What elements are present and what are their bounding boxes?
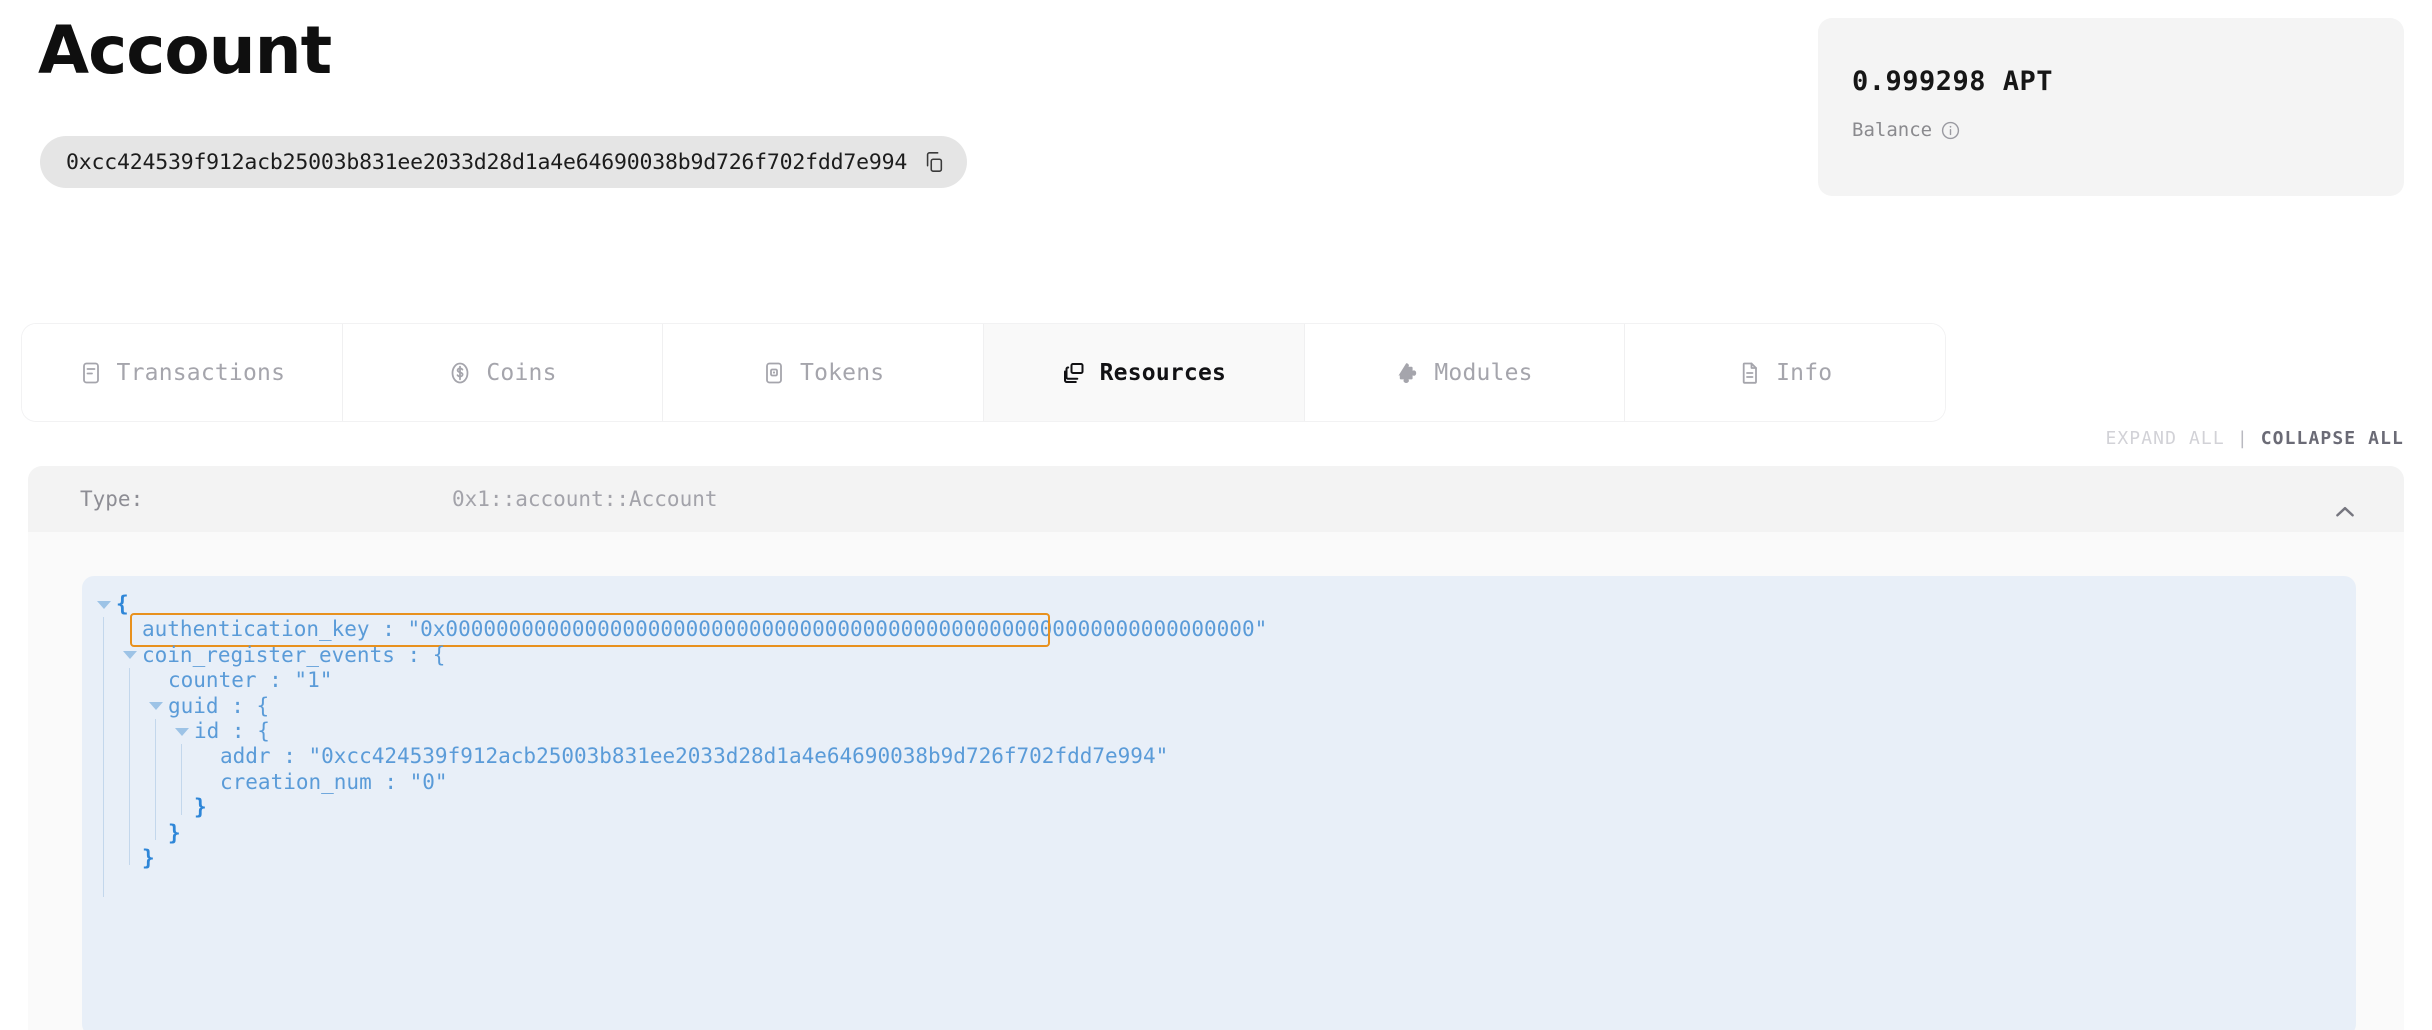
json-line-text: { xyxy=(116,592,129,616)
tab-info[interactable]: Info xyxy=(1625,324,1945,421)
caret-down-icon[interactable] xyxy=(123,651,137,660)
balance-label-row: Balance xyxy=(1852,119,2370,141)
account-page: Account 0xcc424539f912acb25003b831ee2033… xyxy=(0,0,2432,1030)
json-line-text: id : { xyxy=(194,718,270,743)
account-tabs: Transactions Coins Tokens Resources Modu… xyxy=(22,324,1945,421)
coin-dollar-icon xyxy=(448,361,472,385)
page-title: Account xyxy=(38,12,332,89)
layers-copy-icon xyxy=(1062,361,1086,385)
json-line-text: } xyxy=(168,820,181,845)
json-line: guid : { xyxy=(82,694,2356,719)
resource-card-header[interactable]: Type: 0x1::account::Account xyxy=(28,466,2404,532)
receipt-icon xyxy=(79,361,103,385)
info-circle-icon[interactable] xyxy=(1941,121,1960,140)
json-line: { xyxy=(82,592,2356,617)
tab-resources[interactable]: Resources xyxy=(984,324,1305,421)
tab-label: Tokens xyxy=(800,359,885,386)
json-line-text: counter : "1" xyxy=(168,668,333,693)
tab-modules[interactable]: Modules xyxy=(1304,324,1626,421)
balance-label: Balance xyxy=(1852,119,1933,141)
tab-coins[interactable]: Coins xyxy=(342,324,664,421)
json-line: } xyxy=(82,846,2356,871)
caret-down-icon[interactable] xyxy=(97,600,111,609)
resource-card: Type: 0x1::account::Account {authenticat… xyxy=(28,466,2404,1030)
puzzle-piece-icon xyxy=(1396,361,1420,385)
tree-guide-line xyxy=(181,744,182,815)
json-line-text: } xyxy=(194,795,207,820)
json-line-text: creation_num : "0" xyxy=(220,769,448,794)
tab-label: Coins xyxy=(486,359,557,386)
account-address-text: 0xcc424539f912acb25003b831ee2033d28d1a4e… xyxy=(66,149,908,175)
json-line: authentication_key : "0x0000000000000000… xyxy=(82,617,2356,642)
json-line-text: } xyxy=(142,845,155,870)
tab-label: Modules xyxy=(1434,359,1533,386)
tree-guide-line xyxy=(129,668,130,866)
json-line: counter : "1" xyxy=(82,668,2356,693)
expand-all-button[interactable]: EXPAND ALL xyxy=(2105,428,2224,449)
tab-tokens[interactable]: Tokens xyxy=(663,324,985,421)
tab-label: Resources xyxy=(1099,359,1227,386)
json-line: creation_num : "0" xyxy=(82,770,2356,795)
document-icon xyxy=(1738,361,1762,385)
json-line: coin_register_events : { xyxy=(82,643,2356,668)
json-line: } xyxy=(82,821,2356,846)
json-line-text: guid : { xyxy=(168,693,270,718)
controls-separator: | xyxy=(2236,428,2249,449)
json-line: id : { xyxy=(82,719,2356,744)
token-icon xyxy=(762,361,786,385)
tree-guide-line xyxy=(103,617,104,897)
collapse-all-button[interactable]: COLLAPSE ALL xyxy=(2261,428,2404,449)
account-address-pill[interactable]: 0xcc424539f912acb25003b831ee2033d28d1a4e… xyxy=(40,136,968,188)
copy-icon[interactable] xyxy=(923,151,945,173)
caret-down-icon[interactable] xyxy=(175,727,189,736)
tree-controls: EXPAND ALL | COLLAPSE ALL xyxy=(2105,428,2404,449)
json-line: addr : "0xcc424539f912acb25003b831ee2033… xyxy=(82,744,2356,769)
json-line-text: authentication_key : "0x0000000000000000… xyxy=(142,617,1268,642)
balance-amount: 0.999298 APT xyxy=(1852,66,2054,97)
resource-type-label: Type: xyxy=(80,487,144,511)
caret-down-icon[interactable] xyxy=(149,702,163,711)
balance-card: 0.999298 APT Balance xyxy=(1818,18,2404,196)
tree-guide-line xyxy=(155,719,156,840)
json-line-text: addr : "0xcc424539f912acb25003b831ee2033… xyxy=(220,744,1169,769)
json-line: } xyxy=(82,795,2356,820)
resource-json-viewer[interactable]: { authentication_key : "0x000000000000000… xyxy=(82,576,2356,1030)
tab-label: Info xyxy=(1776,359,1833,386)
resource-type-value: 0x1::account::Account xyxy=(452,487,718,511)
tab-label: Transactions xyxy=(116,359,286,386)
json-line-text: coin_register_events : { xyxy=(142,642,446,667)
tab-transactions[interactable]: Transactions xyxy=(22,324,343,421)
